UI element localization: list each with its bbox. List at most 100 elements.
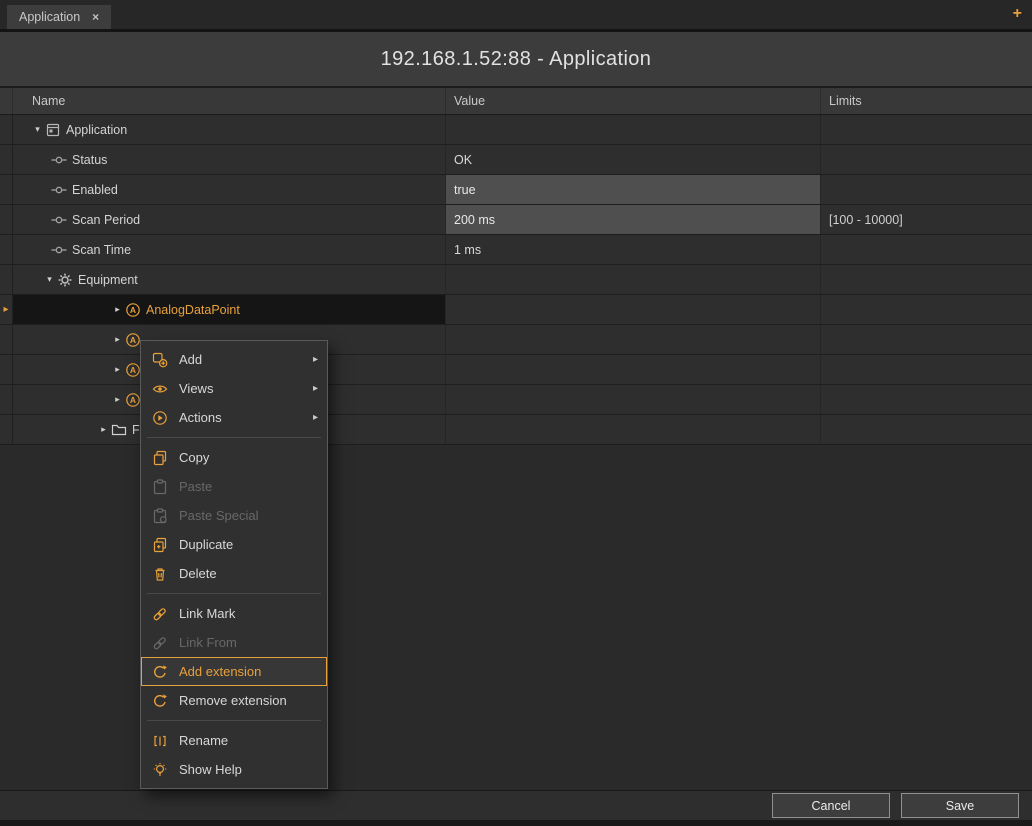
row-value-cell[interactable]: true (446, 175, 821, 204)
row-name-cell[interactable]: ▾ Equipment (13, 265, 446, 294)
chevron-right-icon[interactable]: ▸ (111, 394, 124, 405)
row-name-cell[interactable]: Enabled (13, 175, 446, 204)
cancel-button[interactable]: Cancel (772, 793, 890, 818)
row-value-cell[interactable]: 200 ms (446, 205, 821, 234)
grid-header: Name Value Limits (0, 88, 1032, 115)
tab-close-icon[interactable]: × (92, 10, 99, 24)
menu-item-add-extension[interactable]: Add extension (141, 657, 327, 686)
submenu-arrow-icon: ▸ (313, 412, 318, 423)
page-title: 192.168.1.52:88 - Application (381, 48, 652, 71)
row-limits-cell (821, 175, 1032, 204)
menu-item-label: Add extension (179, 664, 261, 679)
menu-item-remove-extension[interactable]: Remove extension (141, 686, 327, 715)
menu-item-label: Paste Special (179, 508, 259, 523)
svg-text:A: A (130, 365, 136, 375)
bottom-strip (0, 820, 1032, 826)
menu-item-copy[interactable]: Copy (141, 443, 327, 472)
save-button[interactable]: Save (901, 793, 1019, 818)
row-name-label: AnalogDataPoint (146, 303, 240, 317)
menu-item-actions[interactable]: Actions ▸ (141, 403, 327, 432)
rename-icon (151, 733, 169, 749)
tab-application[interactable]: Application × (7, 5, 111, 29)
row-name-cell[interactable]: ▾ Application (13, 115, 446, 144)
column-header-limits[interactable]: Limits (821, 88, 1032, 114)
row-name-label: Scan Time (72, 243, 131, 257)
row-gutter (0, 325, 13, 354)
row-limits-cell (821, 415, 1032, 444)
menu-separator (147, 593, 321, 594)
row-name-label: Enabled (72, 183, 118, 197)
property-icon (50, 242, 68, 258)
menu-item-label: Delete (179, 566, 217, 581)
row-name-cell[interactable]: ▸AAnalogDataPoint (13, 295, 446, 324)
chevron-down-icon[interactable]: ▾ (43, 274, 56, 285)
menu-item-rename[interactable]: Rename (141, 726, 327, 755)
menu-item-add[interactable]: Add▸ (141, 345, 327, 374)
column-header-value[interactable]: Value (446, 88, 821, 114)
menu-item-label: Paste (179, 479, 212, 494)
row-gutter (0, 355, 13, 384)
row-name-label: Scan Period (72, 213, 140, 227)
row-value-cell (446, 415, 821, 444)
menu-item-label: Link From (179, 635, 237, 650)
menu-item-duplicate[interactable]: Duplicate (141, 530, 327, 559)
chevron-down-icon[interactable]: ▾ (31, 124, 44, 135)
link-icon (151, 606, 169, 622)
row-name-cell[interactable]: Status (13, 145, 446, 174)
row-name-cell[interactable]: Scan Period (13, 205, 446, 234)
footer-bar: Cancel Save (0, 790, 1032, 820)
row-value-cell (446, 115, 821, 144)
delete-icon (151, 566, 169, 582)
property-icon (50, 152, 68, 168)
row-gutter (0, 145, 13, 174)
title-bar: 192.168.1.52:88 - Application (0, 32, 1032, 88)
new-tab-button[interactable]: + (1013, 5, 1022, 23)
row-value-cell (446, 355, 821, 384)
chevron-right-icon[interactable]: ▸ (111, 304, 124, 315)
gear-icon (56, 272, 74, 288)
tab-label: Application (19, 10, 80, 24)
menu-item-link-mark[interactable]: Link Mark (141, 599, 327, 628)
row-value-cell: OK (446, 145, 821, 174)
menu-item-views[interactable]: Views▸ (141, 374, 327, 403)
menu-item-label: Views (179, 381, 213, 396)
table-row[interactable]: Scan Time1 ms (0, 235, 1032, 265)
table-row[interactable]: ▾ Application (0, 115, 1032, 145)
context-menu: Add▸Views▸Actions▸CopyPastePaste Special… (140, 340, 328, 789)
row-limits-cell (821, 385, 1032, 414)
menu-item-show-help[interactable]: Show Help (141, 755, 327, 784)
row-name-cell[interactable]: Scan Time (13, 235, 446, 264)
menu-item-paste-special[interactable]: Paste Special (141, 501, 327, 530)
copy-icon (151, 450, 169, 466)
row-name-label: Equipment (78, 273, 138, 287)
table-row[interactable]: ▾ Equipment (0, 265, 1032, 295)
row-value-cell (446, 325, 821, 354)
paste-special-icon (151, 508, 169, 524)
menu-item-link-from[interactable]: Link From (141, 628, 327, 657)
row-gutter (0, 415, 13, 444)
menu-item-label: Link Mark (179, 606, 235, 621)
menu-item-delete[interactable]: Delete (141, 559, 327, 588)
tab-bar: Application × + (0, 0, 1032, 32)
table-row[interactable]: Enabled true (0, 175, 1032, 205)
chevron-right-icon[interactable]: ▸ (97, 424, 110, 435)
menu-item-paste[interactable]: Paste (141, 472, 327, 501)
chevron-right-icon[interactable]: ▸ (111, 364, 124, 375)
help-icon (151, 762, 169, 778)
extension-icon (151, 664, 169, 680)
column-header-name[interactable]: Name (13, 88, 446, 114)
table-row[interactable]: ▸▸AAnalogDataPoint (0, 295, 1032, 325)
row-name-label: Application (66, 123, 127, 137)
eye-icon (151, 381, 169, 397)
table-row[interactable]: Scan Period200 ms[100 - 10000] (0, 205, 1032, 235)
row-gutter (0, 115, 13, 144)
menu-item-label: Actions (179, 410, 222, 425)
chevron-right-icon[interactable]: ▸ (111, 334, 124, 345)
menu-item-label: Show Help (179, 762, 242, 777)
table-row[interactable]: StatusOK (0, 145, 1032, 175)
svg-text:A: A (130, 335, 136, 345)
paste-icon (151, 479, 169, 495)
duplicate-icon (151, 537, 169, 553)
submenu-arrow-icon: ▸ (313, 354, 318, 365)
menu-separator (147, 720, 321, 721)
